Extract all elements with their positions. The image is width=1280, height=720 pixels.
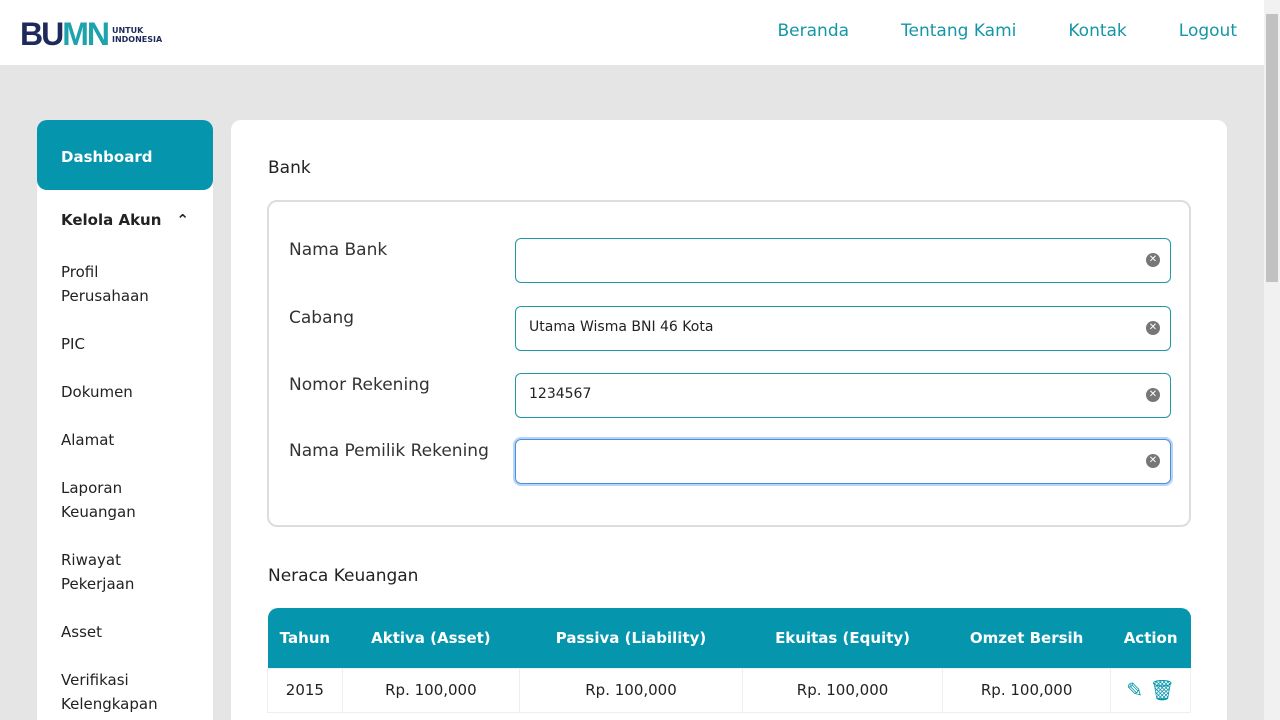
sidebar-item-verifikasi[interactable]: Verifikasi Kelengkapan — [37, 668, 158, 716]
top-bar: BUMN UNTUK INDONESIA Beranda Tentang Kami… — [0, 0, 1264, 65]
nav-beranda[interactable]: Beranda — [778, 21, 850, 41]
group-label: Kelola Akun — [61, 211, 162, 229]
nama-pemilik-input[interactable]: ✕ — [515, 439, 1171, 484]
bumn-logo[interactable]: BUMN UNTUK INDONESIA — [20, 16, 162, 53]
sidebar-item-laporan[interactable]: Laporan Keuangan — [37, 476, 157, 524]
sidebar-item-riwayat[interactable]: Riwayat Pekerjaan — [37, 548, 213, 596]
clear-icon[interactable]: ✕ — [1146, 321, 1160, 335]
sidebar: Dashboard Kelola Akun ⌃ Profil Perusahaan… — [37, 120, 213, 720]
trash-icon[interactable]: 🗑︎ — [1149, 678, 1174, 702]
nav-kontak[interactable]: Kontak — [1068, 21, 1126, 41]
neraca-title: Neraca Keuangan — [268, 566, 419, 586]
bank-form: Nama Bank ✕ Cabang Utama Wisma BNI 46 Kota… — [267, 200, 1191, 527]
sidebar-item-dashboard[interactable]: Dashboard — [37, 120, 213, 190]
edit-icon[interactable]: ✎ — [1126, 678, 1143, 702]
action-cell: ✎ 🗑︎ — [1110, 667, 1191, 713]
clear-icon[interactable]: ✕ — [1146, 388, 1160, 402]
logo-sub: UNTUK — [111, 25, 144, 35]
sidebar-item-profil[interactable]: Profil Perusahaan — [37, 260, 213, 308]
chevron-up-icon: ⌃ — [176, 211, 189, 229]
sidebar-item-dokumen[interactable]: Dokumen — [37, 380, 213, 404]
scrollbar-thumb[interactable] — [1266, 14, 1278, 282]
nav-tentang-kami[interactable]: Tentang Kami — [901, 21, 1016, 41]
field-label: Nomor Rekening — [289, 375, 430, 395]
field-label: Cabang — [289, 308, 355, 328]
cell: Rp. 100,000 — [942, 667, 1112, 713]
sidebar-group-kelola-akun[interactable]: Kelola Akun ⌃ — [37, 208, 213, 232]
col-aktiva: Aktiva (Asset) — [371, 628, 491, 647]
col-omzet: Omzet Bersih — [969, 628, 1084, 647]
col-action: Action — [1123, 628, 1178, 647]
col-passiva: Passiva (Liability) — [555, 628, 707, 647]
cell: 2015 — [267, 667, 343, 713]
sidebar-item-alamat[interactable]: Alamat — [37, 428, 213, 452]
cell: Rp. 100,000 — [518, 667, 744, 713]
cabang-input[interactable]: Utama Wisma BNI 46 Kota ✕ — [515, 306, 1171, 351]
input-value: 1234567 — [529, 386, 592, 402]
scrollbar[interactable] — [1264, 0, 1280, 720]
table-row: 2015 Rp. 100,000 Rp. 100,000 Rp. 100,000… — [267, 667, 1191, 713]
bank-title: Bank — [268, 158, 311, 178]
sidebar-item-asset[interactable]: Asset — [37, 620, 213, 644]
field-label: Nama Bank — [289, 240, 388, 260]
nama-bank-input[interactable]: ✕ — [515, 238, 1171, 283]
nav-logout[interactable]: Logout — [1179, 21, 1237, 41]
field-label: Nama Pemilik Rekening — [289, 441, 489, 461]
col-tahun: Tahun — [279, 628, 331, 647]
neraca-table: Tahun Aktiva (Asset) Passiva (Liability)… — [267, 608, 1191, 713]
col-ekuitas: Ekuitas (Equity) — [775, 628, 911, 647]
clear-icon[interactable]: ✕ — [1146, 253, 1160, 267]
cell: Rp. 100,000 — [341, 667, 520, 713]
input-value: Utama Wisma BNI 46 Kota — [529, 319, 714, 335]
cell: Rp. 100,000 — [742, 667, 944, 713]
clear-icon[interactable]: ✕ — [1146, 454, 1160, 468]
main-panel: Bank Nama Bank ✕ Cabang Utama Wisma BNI 46… — [231, 120, 1227, 720]
nomor-rekening-input[interactable]: 1234567 ✕ — [515, 373, 1171, 418]
logo-sub: INDONESIA — [111, 34, 163, 44]
sidebar-item-pic[interactable]: PIC — [37, 332, 213, 356]
